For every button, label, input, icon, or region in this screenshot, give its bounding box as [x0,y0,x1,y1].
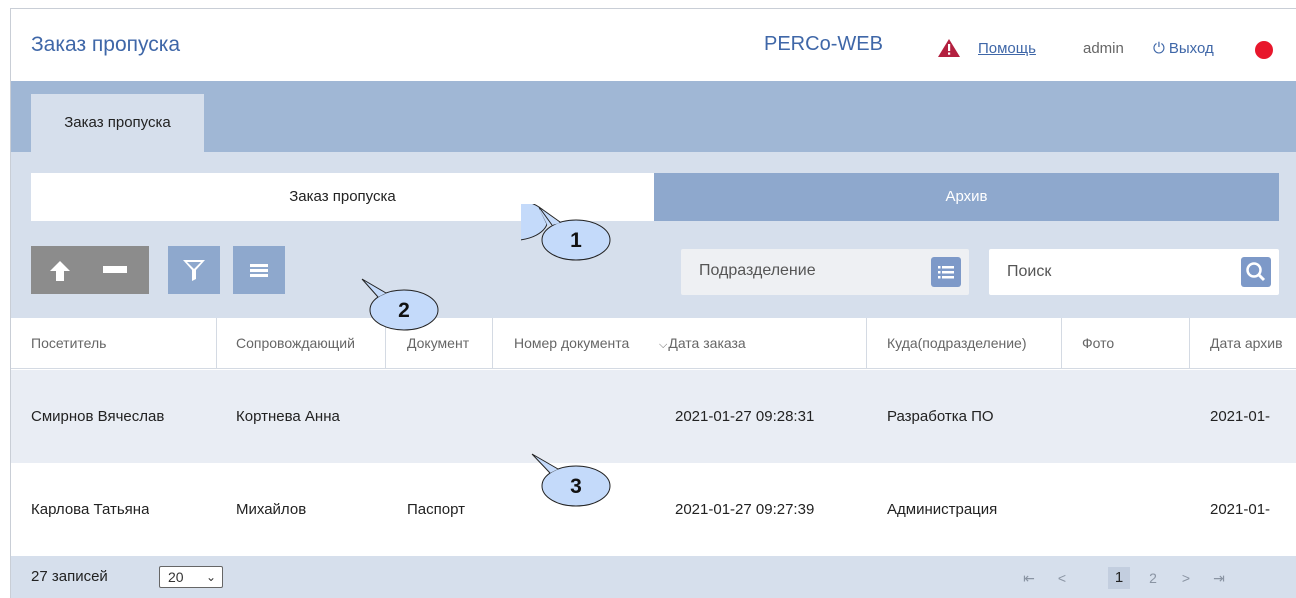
department-select[interactable]: Подразделение [681,249,969,295]
list-icon [250,264,268,277]
minus-icon[interactable] [103,266,127,274]
column-divider[interactable] [216,318,217,369]
record-count: 27 записей [31,568,108,585]
sort-desc-icon: ⌵ [659,339,668,351]
cell-destination: Разработка ПО [887,408,994,425]
first-page-icon[interactable]: ⇤ [1018,567,1040,589]
cell-visitor: Карлова Татьяна [31,501,150,518]
chevron-down-icon: ⌄ [205,570,216,584]
search-button[interactable] [1241,257,1271,287]
column-visitor[interactable]: Посетитель [31,318,211,369]
columns-button[interactable] [233,246,285,294]
arrow-up-icon[interactable] [49,260,71,282]
cell-escort: Кортнева Анна [236,408,340,425]
cell-document: Паспорт [407,501,465,518]
column-divider[interactable] [1189,318,1190,369]
callout-3: 3 [531,453,611,507]
header: Заказ пропуска PERCo-WEB Помощь admin ⏻ В… [11,9,1296,81]
page-link-1[interactable]: 1 [1108,567,1130,589]
cell-escort: Михайлов [236,501,307,518]
search-icon [1246,262,1266,282]
filter-button[interactable] [168,246,220,294]
segment-archive[interactable]: Архив [654,173,1279,221]
column-divider[interactable] [492,318,493,369]
cell-destination: Администрация [887,501,998,518]
cell-archive-date: 2021-01- [1210,408,1271,425]
brand-name: PERCo-WEB [764,33,883,55]
table-row[interactable]: Карлова Татьяна Михайлов Паспорт 2021-01… [11,463,1296,556]
table-footer: 27 записей 20 ⌄ ⇤ < 1 2 > ⇥ [11,556,1296,598]
cell-visitor: Смирнов Вячеслав [31,408,165,425]
app-window: Заказ пропуска PERCo-WEB Помощь admin ⏻ В… [10,8,1296,598]
callout-label: 1 [570,229,582,252]
username: admin [1083,40,1124,57]
callout-2: 2 [361,278,439,331]
search-box [989,249,1279,295]
column-order-date-label: Дата заказа [668,335,746,351]
warning-icon[interactable] [938,39,960,57]
page-size-value: 20 [168,569,184,585]
toolbar-panel: Заказ пропуска Архив Подразделение Поиск [11,152,1296,318]
prev-page-icon[interactable]: < [1051,567,1073,589]
cell-order-date: 2021-01-27 09:28:31 [675,408,815,425]
list-icon [938,266,954,279]
department-placeholder: Подразделение [699,262,816,279]
cell-order-date: 2021-01-27 09:27:39 [675,501,815,518]
last-page-icon[interactable]: ⇥ [1208,567,1230,589]
page-link-2[interactable]: 2 [1142,567,1164,589]
table-row[interactable]: Смирнов Вячеслав Кортнева Анна 2021-01-2… [11,370,1296,463]
callout-1: 1 [521,204,611,261]
department-list-button[interactable] [931,257,961,287]
column-document-number[interactable]: Номер документа [514,318,650,369]
callout-label: 2 [398,299,410,322]
tab-pass-order[interactable]: Заказ пропуска [31,94,204,152]
move-button-group [31,246,149,294]
column-divider[interactable] [1061,318,1062,369]
column-divider[interactable] [866,318,867,369]
help-link[interactable]: Помощь [978,40,1036,57]
filter-icon [183,260,205,281]
callout-label: 3 [570,475,582,498]
logout-link[interactable]: ⏻ Выход [1153,40,1214,57]
power-icon: ⏻ [1153,40,1165,57]
column-order-date[interactable]: ⌵Дата заказа [659,318,859,369]
column-photo[interactable]: Фото [1082,318,1162,369]
column-archive-date[interactable]: Дата архив [1210,318,1296,369]
column-destination[interactable]: Куда(подразделение) [887,318,1057,369]
search-input[interactable] [989,249,1229,295]
logout-label: Выход [1168,40,1214,57]
tab-bar: Заказ пропуска [11,81,1296,152]
cell-archive-date: 2021-01- [1210,501,1271,518]
status-indicator [1255,41,1273,59]
table-header: Посетитель Сопровождающий Документ Номер… [11,318,1296,369]
page-size-select[interactable]: 20 ⌄ [159,566,223,588]
next-page-icon[interactable]: > [1175,567,1197,589]
page-title: Заказ пропуска [31,33,181,56]
